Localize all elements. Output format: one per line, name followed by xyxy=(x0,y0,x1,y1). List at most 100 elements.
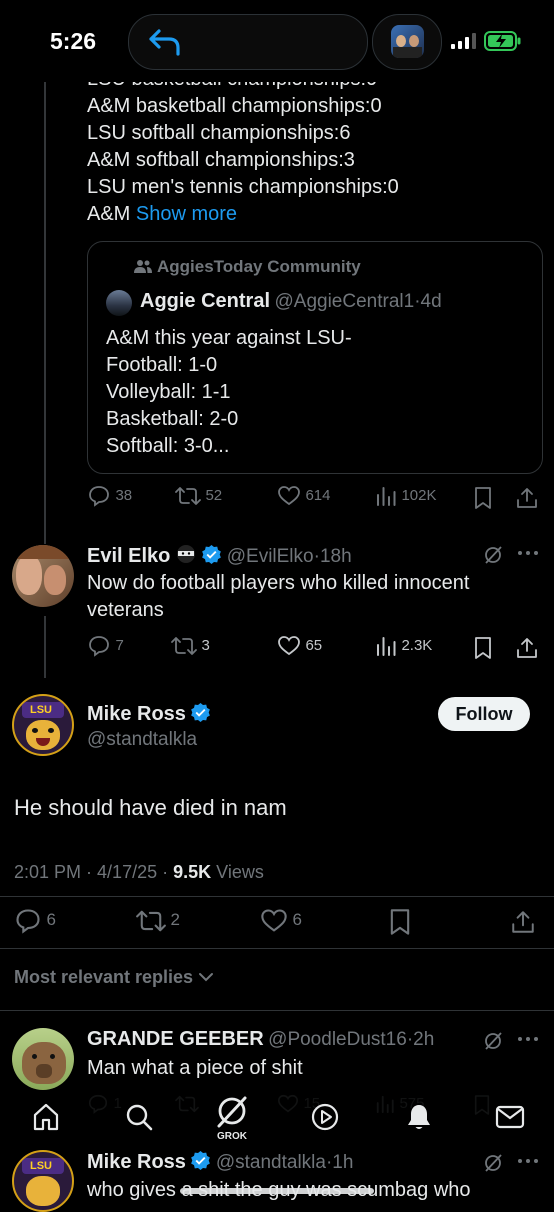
reply-text: Man what a piece of shit xyxy=(87,1057,303,1079)
text-line: LSU men's tennis championships:0 xyxy=(87,176,399,198)
more-options-icon[interactable] xyxy=(516,1154,540,1168)
main-action-bar: 6 2 6 xyxy=(14,907,540,937)
repost-button[interactable]: 3 xyxy=(171,634,210,658)
community-icon xyxy=(134,258,152,274)
grok-slash-icon[interactable] xyxy=(482,1152,504,1174)
video-play-icon[interactable] xyxy=(310,1102,340,1132)
home-indicator xyxy=(180,1188,374,1194)
verified-badge-icon xyxy=(190,1150,211,1171)
views-count: 2.3K xyxy=(401,637,433,655)
more-options-icon[interactable] xyxy=(516,546,540,560)
quote-text: A&M this year against LSU- Football: 1-0… xyxy=(106,325,526,460)
sort-label: Most relevant replies xyxy=(14,967,194,987)
author-handle[interactable]: @EvilElko xyxy=(227,546,314,567)
repost-count: 3 xyxy=(201,637,210,655)
text-line: LSU softball championships:6 xyxy=(87,122,351,144)
bookmark-icon[interactable] xyxy=(388,908,412,936)
author-name[interactable]: GRANDE GEEBER xyxy=(87,1028,264,1050)
views-count: 102K xyxy=(401,487,437,505)
avatar[interactable]: LSU xyxy=(12,1150,74,1212)
avatar[interactable] xyxy=(12,545,74,607)
repost-count: 2 xyxy=(170,910,180,930)
author-handle[interactable]: @PoodleDust16 xyxy=(268,1029,407,1050)
text-line: A&M softball championships:3 xyxy=(87,149,355,171)
divider xyxy=(0,896,554,897)
back-arrow-icon[interactable] xyxy=(147,27,183,57)
app-thumbnail-icon xyxy=(391,25,424,58)
community-name: AggiesToday Community xyxy=(157,257,361,276)
share-icon[interactable] xyxy=(515,486,539,510)
notifications-bell-icon[interactable] xyxy=(404,1102,434,1132)
grok-tab[interactable]: GROK xyxy=(212,1092,252,1144)
quote-author-name: Aggie Central xyxy=(140,290,271,312)
reply-button[interactable]: 7 xyxy=(87,634,124,658)
thread-line-top xyxy=(44,82,46,544)
quote-line: A&M this year against LSU- xyxy=(106,327,352,349)
quote-header: Aggie Central @AggieCentral1·4d xyxy=(140,290,442,312)
like-button[interactable]: 6 xyxy=(260,907,302,935)
repost-icon xyxy=(175,484,201,508)
action-bar: 7 3 65 2.3K xyxy=(87,634,541,662)
bookmark-icon[interactable] xyxy=(473,486,493,510)
text-line: A&M basketball championships:0 xyxy=(87,95,382,117)
heart-icon xyxy=(277,484,301,508)
reply-button[interactable]: 6 xyxy=(14,907,56,935)
text-line-last: A&M Show more xyxy=(87,201,527,228)
repost-icon xyxy=(171,634,197,658)
follow-button[interactable]: Follow xyxy=(438,697,530,731)
reply-header: Mike Ross @standtalkla·1h xyxy=(87,1150,354,1173)
avatar[interactable] xyxy=(12,1028,74,1090)
quote-line: Volleyball: 1-1 xyxy=(106,381,231,403)
post-time: 1h xyxy=(332,1152,354,1173)
author-handle[interactable]: @standtalkla xyxy=(216,1152,326,1173)
search-icon[interactable] xyxy=(124,1102,154,1132)
reply-header: Evil Elko @EvilElko·18h xyxy=(87,543,352,567)
author-name[interactable]: Mike Ross xyxy=(87,1151,186,1173)
post-time: 2h xyxy=(413,1029,435,1050)
share-icon[interactable] xyxy=(515,636,539,660)
grok-icon xyxy=(215,1094,249,1130)
timestamp-row: 2:01 PM · 4/17/25 · 9.5K Views xyxy=(14,862,264,882)
author-name[interactable]: Mike Ross xyxy=(87,703,186,725)
quote-avatar xyxy=(106,290,132,316)
reply-icon xyxy=(14,907,42,935)
bookmark-icon[interactable] xyxy=(473,636,493,660)
dynamic-island[interactable] xyxy=(128,14,368,70)
more-options-icon[interactable] xyxy=(516,1032,540,1046)
quote-tweet-card[interactable]: AggiesToday Community Aggie Central @Agg… xyxy=(87,241,543,474)
repost-button[interactable]: 52 xyxy=(175,484,222,508)
divider xyxy=(0,948,554,949)
sort-replies-dropdown[interactable]: Most relevant replies xyxy=(14,967,214,988)
quote-time: 4d xyxy=(420,291,442,312)
signal-icon xyxy=(451,33,477,49)
reply-count: 7 xyxy=(115,637,124,655)
reply-button[interactable]: 38 xyxy=(87,484,132,508)
views-button[interactable]: 102K xyxy=(375,484,437,508)
share-icon[interactable] xyxy=(510,908,536,936)
author-handle[interactable]: @standtalkla xyxy=(87,729,197,751)
home-icon[interactable] xyxy=(31,1102,61,1132)
ninja-emoji-icon xyxy=(175,543,197,565)
grok-slash-icon[interactable] xyxy=(482,544,504,566)
like-button[interactable]: 614 xyxy=(277,484,330,508)
heart-icon xyxy=(277,634,301,658)
verified-badge-icon xyxy=(190,702,211,723)
like-count: 614 xyxy=(305,487,331,505)
chevron-down-icon xyxy=(198,972,214,982)
repost-button[interactable]: 2 xyxy=(136,907,180,935)
show-more-link[interactable]: Show more xyxy=(136,203,237,225)
author-name[interactable]: Evil Elko xyxy=(87,545,170,567)
main-author[interactable]: Mike Ross xyxy=(87,702,211,726)
like-count: 65 xyxy=(305,637,323,655)
bottom-tab-bar: GROK xyxy=(0,1090,554,1146)
action-bar: 38 52 614 102K xyxy=(87,484,541,512)
battery-charging-icon xyxy=(484,31,522,51)
quote-author-handle: @AggieCentral1 xyxy=(274,291,415,312)
grok-slash-icon[interactable] xyxy=(482,1030,504,1052)
avatar[interactable]: LSU xyxy=(12,694,74,756)
like-button[interactable]: 65 xyxy=(277,634,322,658)
app-thumbnail[interactable] xyxy=(372,14,442,70)
messages-envelope-icon[interactable] xyxy=(495,1103,525,1131)
views-count: 9.5K xyxy=(173,862,212,882)
views-button[interactable]: 2.3K xyxy=(375,634,432,658)
